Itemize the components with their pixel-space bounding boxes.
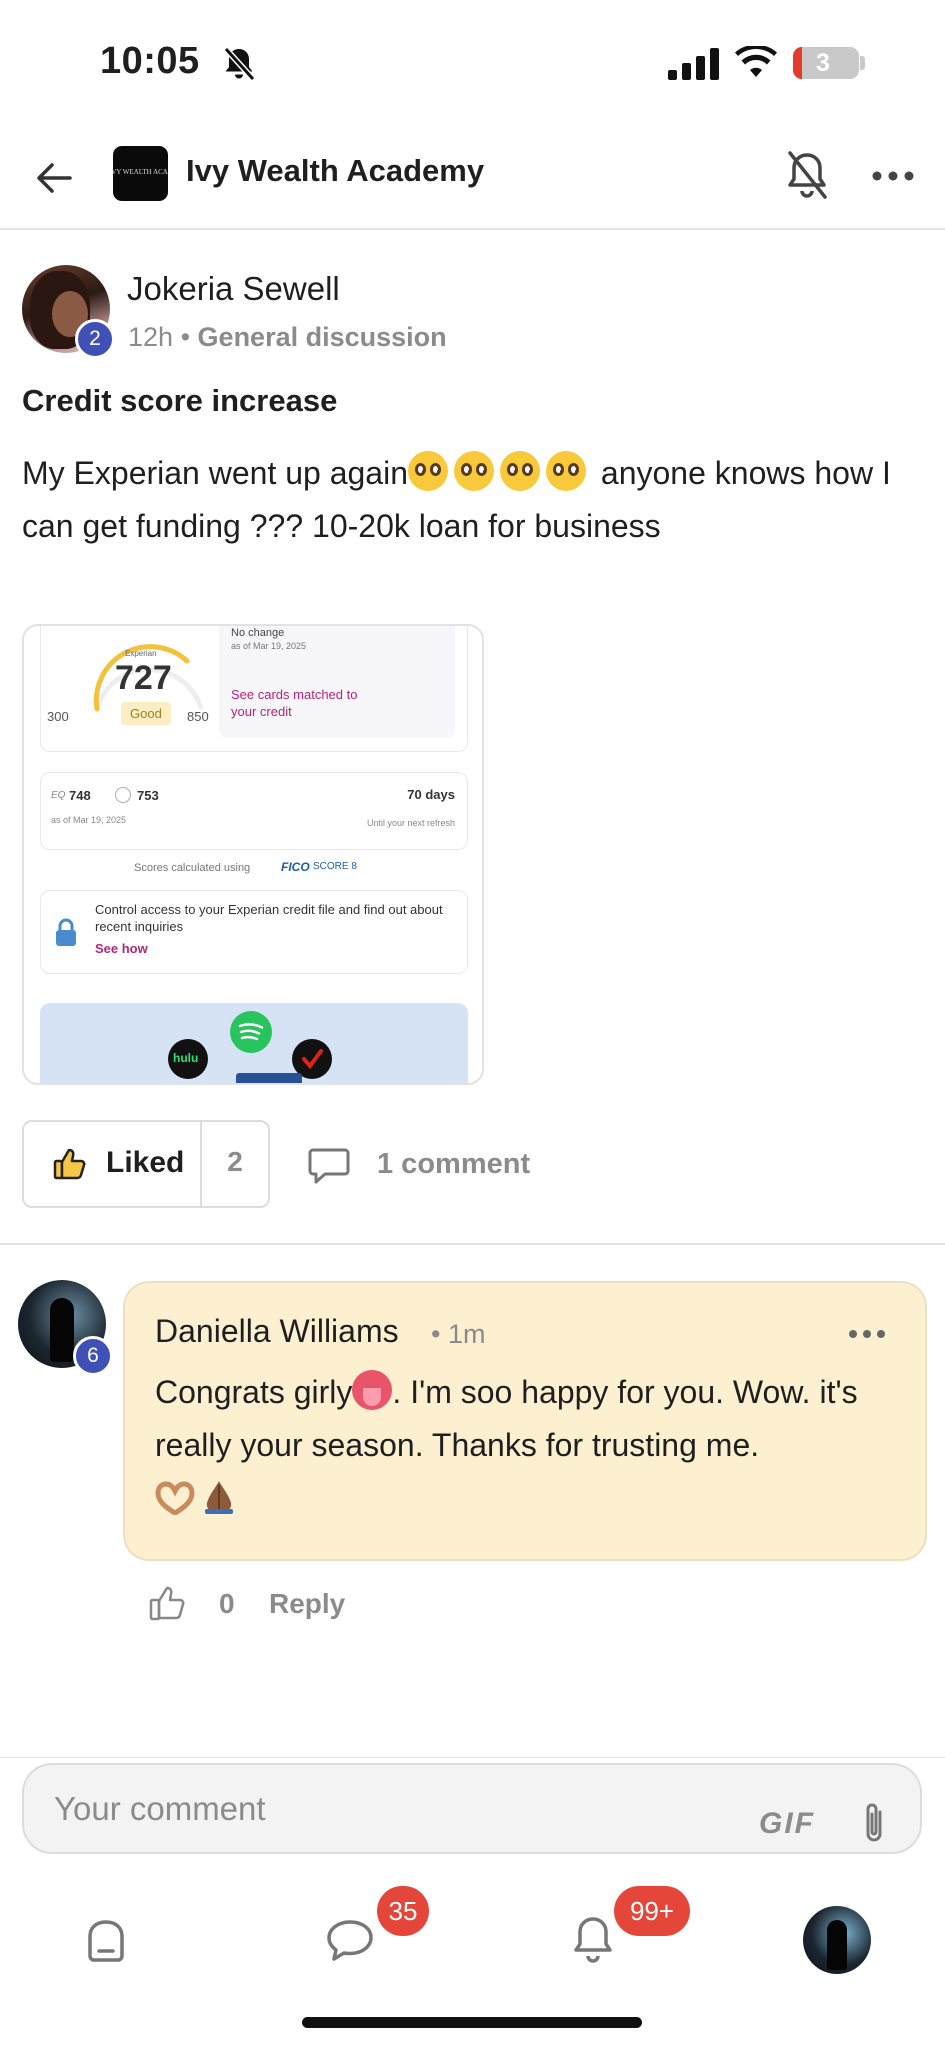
score-change-date: as of Mar 19, 2025 [231, 641, 307, 651]
fico-brand: FICO [281, 860, 310, 874]
comment-meta: • 1m [431, 1319, 485, 1350]
thumbs-up-icon [53, 1148, 86, 1180]
pleading-face-emoji [500, 451, 540, 491]
lock-text: Control access to your Experian credit f… [95, 902, 443, 934]
scores-date: as of Mar 19, 2025 [51, 815, 127, 825]
spotify-icon [230, 1011, 272, 1053]
score-change: No change [231, 627, 285, 639]
fico-note: Scores calculated using [134, 862, 251, 874]
hulu-icon: hulu [168, 1039, 208, 1079]
range-max: 850 [187, 709, 209, 724]
transunion-score: 753 [137, 788, 159, 803]
more-options-icon[interactable] [868, 161, 918, 191]
folded-hands-emoji [205, 1481, 233, 1514]
lock-card: Control access to your Experian credit f… [40, 890, 468, 974]
like-button[interactable]: Liked [24, 1122, 202, 1206]
group-logo-text: IVY WEALTH ACADEMY [113, 168, 168, 176]
post-meta: 12h • General discussion [128, 322, 447, 353]
post-category[interactable]: General discussion [198, 322, 447, 352]
gif-button[interactable]: GIF [759, 1807, 815, 1841]
other-scores-card: EQ 748 753 as of Mar 19, 2025 70 days Un… [40, 772, 468, 850]
meta-separator: • [431, 1319, 441, 1349]
section-divider [0, 1243, 945, 1245]
comment-text: Congrats girly. I'm soo happy for you. W… [155, 1366, 915, 1525]
refresh-label: Until your next refresh [366, 818, 455, 828]
attachment-icon[interactable] [858, 1800, 890, 1848]
app-header: IVY WEALTH ACADEMY Ivy Wealth Academy [0, 125, 945, 230]
see-cards-link: See cards matched to your credit [231, 687, 358, 719]
battery-tip [860, 56, 865, 70]
comments-count-label: 1 comment [377, 1148, 531, 1180]
fico-model: SCORE 8 [313, 861, 357, 872]
pleading-face-emoji [408, 451, 448, 491]
battery-level: 3 [816, 49, 830, 77]
equifax-score: 748 [69, 788, 91, 803]
mute-notifications-icon[interactable] [783, 149, 831, 203]
see-how-link: See how [95, 941, 148, 956]
back-arrow-icon[interactable] [30, 153, 80, 203]
comment-more-options-icon[interactable] [847, 1327, 887, 1341]
transunion-logo [115, 787, 131, 803]
credit-score: 727 [115, 659, 172, 697]
comment-bubble: Daniella Williams • 1m Congrats girly. I… [123, 1281, 927, 1561]
notifications-badge: 99+ [614, 1886, 690, 1936]
like-count[interactable]: 2 [202, 1146, 268, 1178]
refresh-days: 70 days [407, 787, 455, 802]
profile-tab-avatar[interactable] [803, 1906, 871, 1974]
status-time: 10:05 [100, 40, 200, 82]
pleading-face-emoji [546, 451, 586, 491]
author-level-badge: 2 [75, 319, 115, 359]
comment-age: 1m [447, 1319, 486, 1349]
post-body: My Experian went up again anyone knows h… [22, 447, 902, 553]
group-logo[interactable]: IVY WEALTH ACADEMY [113, 146, 168, 201]
comment-like-count: 0 [219, 1588, 235, 1619]
commenter-level-badge: 6 [73, 1336, 113, 1376]
comment-icon [308, 1148, 350, 1184]
commenter-name[interactable]: Daniella Williams [155, 1313, 399, 1350]
pleading-face-emoji [454, 451, 494, 491]
notifications-tab-icon[interactable] [570, 1914, 616, 1966]
wifi-icon [735, 46, 777, 77]
equifax-logo: EQ [51, 790, 66, 801]
silent-mode-icon [223, 46, 256, 82]
group-title[interactable]: Ivy Wealth Academy [186, 153, 484, 189]
range-min: 300 [47, 709, 69, 724]
like-label: Liked [106, 1146, 185, 1179]
cellular-signal-icon [668, 48, 719, 80]
comment-text-start: Congrats girly [155, 1374, 353, 1410]
battery-indicator: 3 [793, 47, 859, 79]
chats-badge: 35 [377, 1886, 429, 1936]
lock-icon [56, 918, 76, 946]
post-author-name[interactable]: Jokeria Sewell [127, 270, 340, 308]
home-indicator [302, 2017, 642, 2028]
reply-button[interactable]: Reply [269, 1588, 345, 1620]
score-card: Experian 727 300 Good 850 No change as o… [40, 626, 468, 752]
post-body-text: My Experian went up again [22, 455, 408, 491]
promo-banner: hulu [40, 1003, 468, 1083]
tongue-emoji [352, 1370, 393, 1410]
status-bar: 10:05 3 [0, 0, 945, 125]
heart-hands-emoji [155, 1481, 195, 1515]
home-tab-icon[interactable] [82, 1918, 130, 1964]
rating-badge: Good [121, 702, 171, 725]
bureau-label: Experian [125, 649, 157, 658]
like-control: Liked 2 [22, 1120, 270, 1208]
post-title: Credit score increase [22, 383, 338, 418]
post-age: 12h [128, 322, 174, 352]
post-attachment-image[interactable]: Experian 727 300 Good 850 No change as o… [22, 624, 484, 1085]
chats-tab-icon[interactable] [324, 1918, 376, 1962]
meta-separator: • [180, 322, 191, 352]
comment-like-icon[interactable] [148, 1583, 188, 1623]
